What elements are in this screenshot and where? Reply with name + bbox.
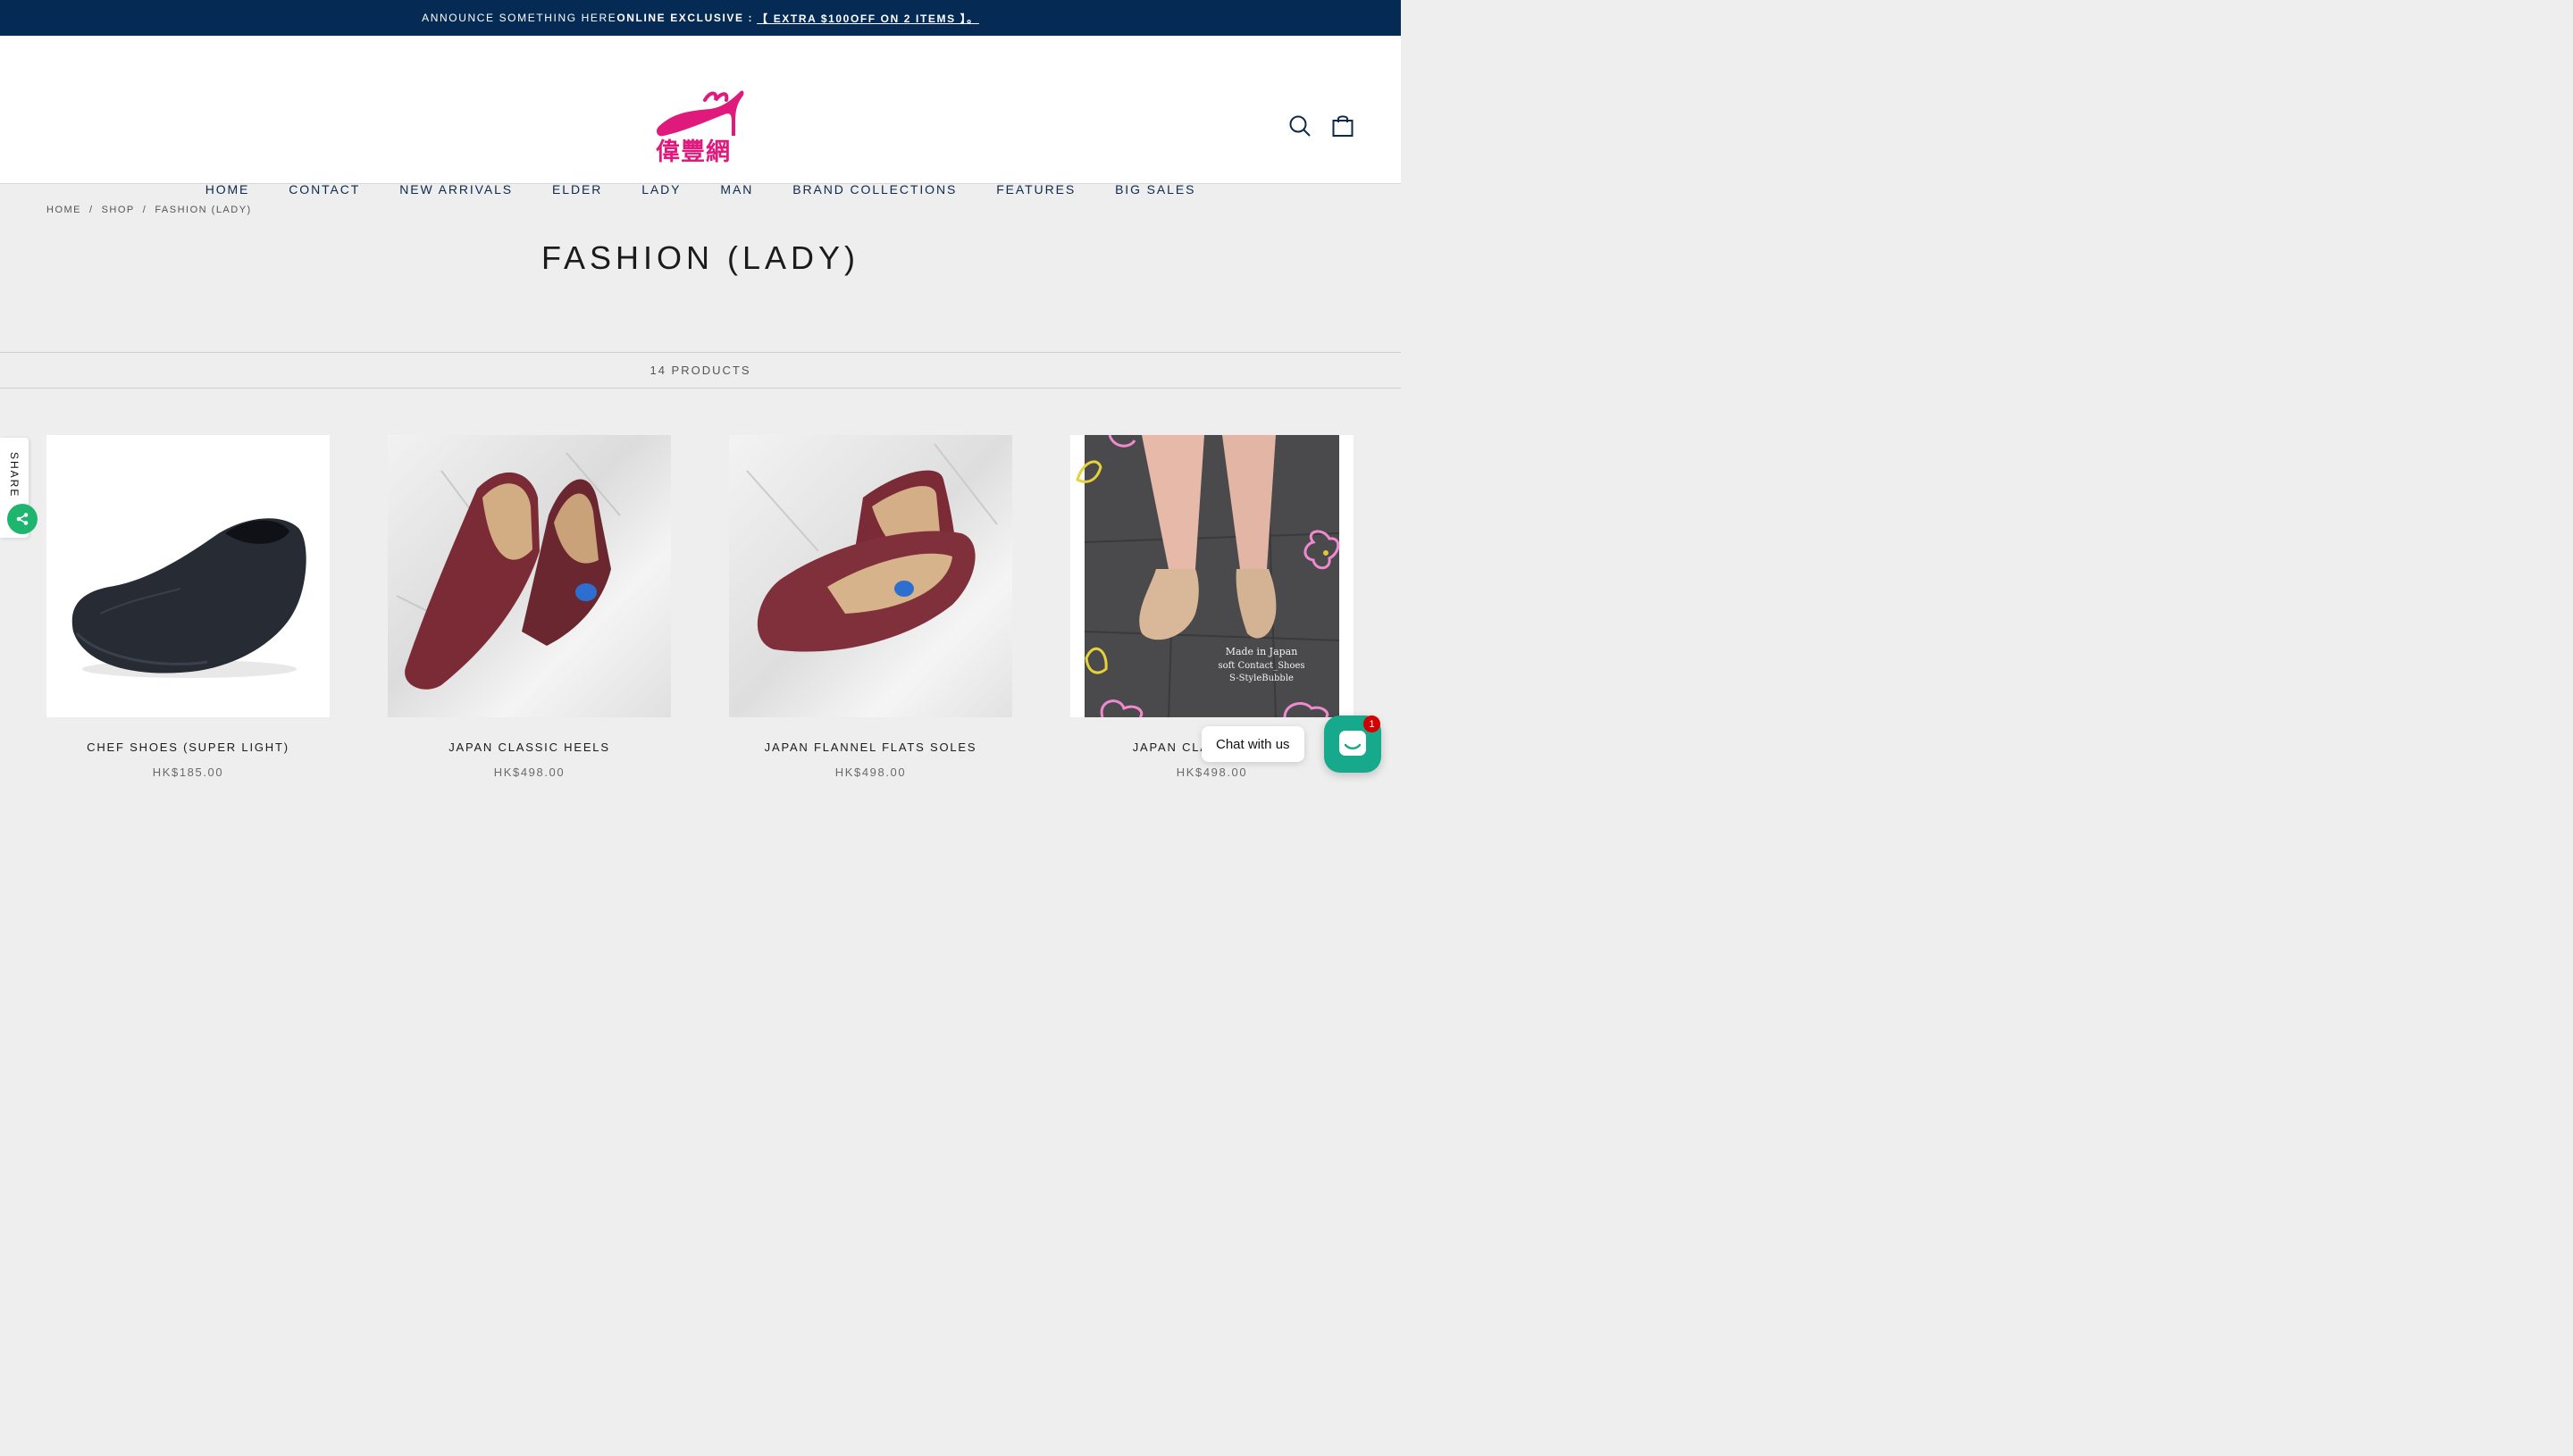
announcement-text: ANNOUNCE SOMETHING HERE [422, 12, 617, 24]
nav-new-arrivals[interactable]: NEW ARRIVALS [399, 182, 513, 197]
product-image[interactable] [46, 435, 330, 717]
overlay-line: soft Contact_Shoes [1218, 661, 1304, 671]
breadcrumb: HOME / SHOP / FASHION (LADY) [46, 205, 252, 215]
product-price: HK$185.00 [152, 766, 224, 779]
product-count-bar: 14 PRODUCTS [0, 352, 1401, 389]
product-name[interactable]: JAPAN FLANNEL FLATS SOLES [729, 741, 1012, 754]
announcement-bar: ANNOUNCE SOMETHING HERE ONLINE EXCLUSIVE… [0, 0, 1401, 36]
breadcrumb-shop[interactable]: SHOP [102, 205, 135, 215]
classic-flats-photo-image: Made in Japan soft Contact_Shoes S-Style… [1076, 435, 1340, 717]
overlay-line: S-StyleBubble [1229, 674, 1294, 683]
flannel-flats-image [746, 443, 998, 652]
nav-elder[interactable]: ELDER [552, 182, 602, 197]
breadcrumb-separator: / [142, 205, 147, 215]
announcement-exclusive: ONLINE EXCLUSIVE : [616, 12, 754, 24]
nav-man[interactable]: MAN [720, 182, 753, 197]
search-icon[interactable] [1288, 114, 1312, 138]
logo-text: 偉豐網 [656, 138, 731, 166]
breadcrumb-current: FASHION (LADY) [155, 205, 252, 215]
product-image[interactable] [729, 435, 1012, 717]
shoe-logo-icon [657, 90, 744, 137]
announcement-offer-link[interactable]: 【 EXTRA $100OFF ON 2 ITEMS 】。 [757, 11, 979, 26]
share-button[interactable] [7, 504, 38, 534]
chat-icon [1339, 731, 1366, 756]
product-name[interactable]: CHEF SHOES (SUPER LIGHT) [46, 741, 330, 754]
product-image[interactable]: Made in Japan soft Contact_Shoes S-Style… [1070, 435, 1354, 717]
share-icon [16, 513, 29, 525]
overlay-line: Made in Japan [1226, 646, 1298, 657]
nav-contact[interactable]: CONTACT [289, 182, 360, 197]
product-card[interactable]: CHEF SHOES (SUPER LIGHT) HK$185.00 [46, 435, 330, 779]
cart-icon[interactable] [1331, 114, 1354, 138]
nav-big-sales[interactable]: BIG SALES [1115, 182, 1195, 197]
product-card[interactable]: JAPAN CLASSIC HEELS HK$498.00 [388, 435, 671, 779]
product-card[interactable]: JAPAN FLANNEL FLATS SOLES HK$498.00 [729, 435, 1012, 779]
main-nav: HOME CONTACT NEW ARRIVALS ELDER LADY MAN… [0, 182, 1401, 197]
nav-home[interactable]: HOME [205, 182, 250, 197]
chat-unread-badge: 1 [1363, 715, 1380, 732]
product-price: HK$498.00 [493, 766, 566, 779]
breadcrumb-separator: / [89, 205, 94, 215]
product-price: HK$498.00 [1176, 766, 1248, 779]
nav-lady[interactable]: LADY [641, 182, 681, 197]
chat-prompt-bubble[interactable]: Chat with us [1202, 726, 1304, 762]
breadcrumb-home[interactable]: HOME [46, 205, 81, 215]
product-name[interactable]: JAPAN CLASSIC HEELS [388, 741, 671, 754]
product-count: 14 PRODUCTS [650, 364, 751, 377]
clog-shoe-image [71, 518, 306, 678]
page-title: FASHION (LADY) [541, 239, 860, 276]
site-header: 偉豐網 HOME CONTACT NEW ARRIVALS ELDER LADY… [0, 36, 1401, 197]
share-label: SHARE [8, 452, 21, 498]
product-image[interactable] [388, 435, 671, 717]
product-price: HK$498.00 [834, 766, 907, 779]
burgundy-heels-image [396, 452, 621, 690]
chat-prompt-label: Chat with us [1216, 736, 1290, 752]
nav-features[interactable]: FEATURES [996, 182, 1076, 197]
nav-brand-collections[interactable]: BRAND COLLECTIONS [792, 182, 957, 197]
store-logo[interactable]: 偉豐網 [655, 88, 748, 166]
